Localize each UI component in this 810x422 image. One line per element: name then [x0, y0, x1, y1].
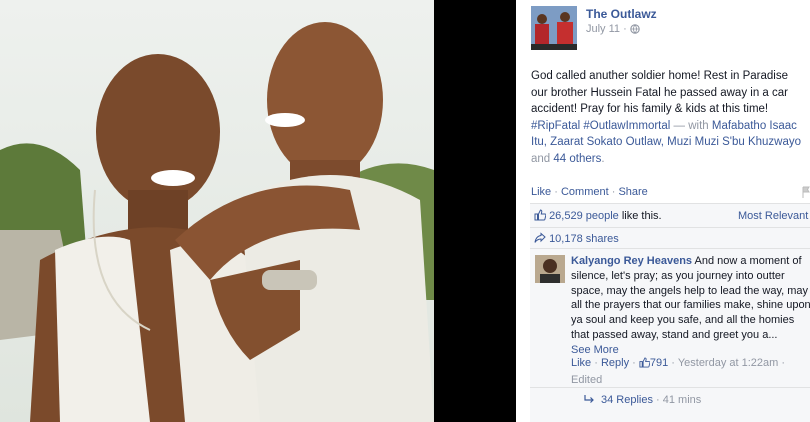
post-date-text[interactable]: July 11 ·: [586, 23, 627, 35]
separator: ·: [591, 357, 601, 369]
comment-body: Kalyango Rey Heavens And now a moment of…: [571, 254, 810, 358]
divider: [530, 387, 810, 388]
separator: ·: [551, 186, 561, 198]
flag-icon[interactable]: [802, 186, 810, 198]
comment-reply-link[interactable]: Reply: [601, 357, 629, 369]
comment-text: And now a moment of: [692, 255, 802, 267]
tagged-users-link[interactable]: Itu, Zaarat Sokato Outlaw, Muzi Muzi S'b…: [531, 134, 810, 151]
view-replies[interactable]: 34 Replies · 41 mins: [584, 394, 701, 407]
post-text: God called anuther soldier home! Rest in…: [531, 68, 810, 167]
likes-count-link[interactable]: 26,529 people: [549, 210, 619, 222]
with-label: — with: [670, 119, 712, 132]
separator: ·: [608, 186, 619, 198]
comment-first-line: Kalyango Rey Heavens And now a moment of: [571, 254, 810, 269]
page-avatar[interactable]: [531, 6, 577, 50]
share-link[interactable]: Share: [618, 186, 647, 198]
post-photo[interactable]: [0, 0, 434, 422]
likes-suffix: like this.: [618, 210, 662, 222]
post-text-line: accident! Pray for his family & kids at …: [531, 103, 769, 115]
comment-like-count[interactable]: 791: [650, 357, 668, 369]
and-label: and: [531, 152, 554, 165]
separator: ·: [629, 357, 639, 369]
post-timestamp[interactable]: July 11 ·: [586, 23, 640, 37]
period: .: [601, 152, 605, 165]
divider: [530, 227, 810, 228]
post-text-line: our brother Hussein Fatal he passed away…: [531, 86, 788, 99]
post-text-line: God called anuther soldier home! Rest in…: [531, 70, 788, 82]
comment-text-line: space, may the angels help to lead the w…: [571, 284, 809, 297]
post-actions: Like · Comment · Share: [531, 186, 648, 198]
shares-summary[interactable]: 10,178 shares: [534, 232, 619, 247]
photo-image: [0, 0, 434, 422]
thumbs-up-icon: [639, 357, 651, 373]
separator: ·: [668, 357, 678, 369]
page-name-link[interactable]: The Outlawz: [586, 7, 657, 21]
others-link[interactable]: 44 others: [553, 153, 601, 165]
others-line: and 44 others.: [531, 151, 810, 168]
commenter-avatar[interactable]: [535, 255, 565, 283]
comment-meta: Like · Reply · 791 · Yesterday at 1:22am…: [571, 356, 785, 388]
comment-link[interactable]: Comment: [561, 186, 609, 198]
comment-author-link[interactable]: Kalyango Rey Heavens: [571, 255, 692, 267]
post-tags-line: #RipFatal #OutlawImmortal — with Mafabat…: [531, 118, 810, 135]
feedback-section: 26,529 people like this. Most Relevant 1…: [530, 203, 810, 422]
share-arrow-icon: [534, 232, 546, 247]
replies-time: 41 mins: [662, 394, 702, 406]
commenter-avatar-image: [535, 255, 565, 283]
comment-text-line: that passed away, stand and greet you a.…: [571, 328, 778, 341]
tagged-user-link[interactable]: Mafabatho Isaac: [712, 120, 797, 132]
likes-summary: 26,529 people like this.: [534, 209, 662, 224]
comment-text-line: all the prayers that our families make, …: [571, 299, 810, 312]
post-panel: The Outlawz July 11 · God called anuther…: [516, 0, 810, 422]
separator: ·: [778, 357, 786, 369]
separator: ·: [652, 394, 663, 406]
divider: [530, 248, 810, 249]
thumbs-up-icon: [534, 209, 547, 224]
reply-arrow-icon: [584, 395, 595, 407]
comment-time[interactable]: Yesterday at 1:22am: [678, 357, 779, 369]
avatar-image: [531, 6, 577, 50]
hashtag-links[interactable]: #RipFatal #OutlawImmortal: [531, 120, 670, 132]
comment-text-line: ya soul and keep you safe, and all the h…: [571, 314, 795, 327]
shares-count-link[interactable]: 10,178 shares: [549, 233, 619, 245]
replies-count-link[interactable]: 34 Replies: [601, 394, 653, 406]
comment-like-link[interactable]: Like: [571, 357, 591, 369]
like-link[interactable]: Like: [531, 186, 551, 198]
edited-label[interactable]: Edited: [571, 373, 785, 388]
comment-text-line: silence, let's pray; as you journey into…: [571, 269, 785, 282]
most-relevant-sort[interactable]: Most Relevant: [738, 210, 808, 222]
globe-icon: [630, 24, 640, 37]
